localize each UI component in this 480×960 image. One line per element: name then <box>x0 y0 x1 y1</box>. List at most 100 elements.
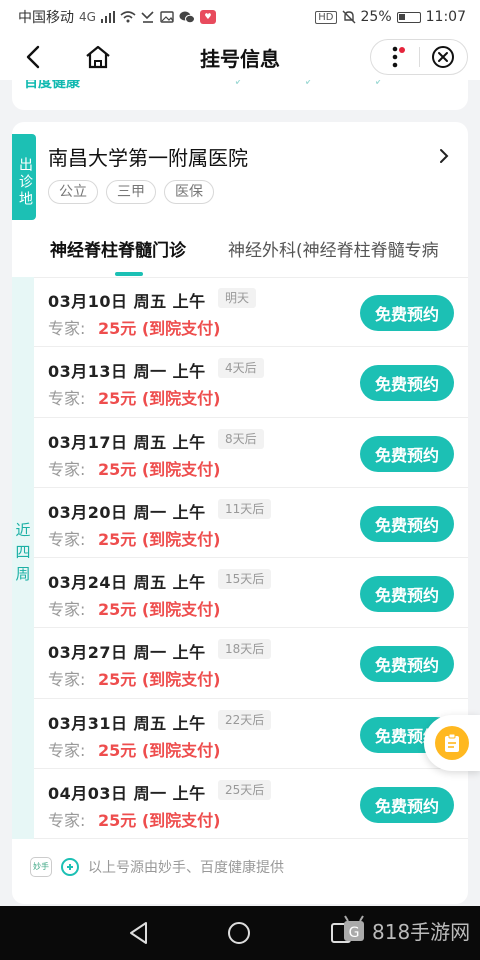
check-icon: ✓ <box>304 80 315 88</box>
slot-fee-label: 专家: <box>48 459 86 479</box>
slot-fee: 25元 (到院支付) <box>98 389 221 409</box>
slot-date: 03月31日 周五 上午 <box>48 713 206 733</box>
book-button[interactable]: 免费预约 <box>360 505 454 542</box>
signal-icon <box>100 11 115 23</box>
slot-relative-badge: 22天后 <box>218 709 272 730</box>
slot-fee: 25元 (到院支付) <box>98 319 221 338</box>
check-icon: ✓ <box>234 80 245 88</box>
navigation-bar: 挂号信息 <box>0 34 480 80</box>
feature-marks: ✓ ✓ ✓ <box>234 80 384 88</box>
close-button[interactable] <box>419 40 467 74</box>
slot-fee: 25元 (到院支付) <box>98 740 221 760</box>
slot-fee-label: 专家: <box>48 319 86 338</box>
chevron-right-icon <box>440 149 449 163</box>
app-notification-icon: ♥ <box>199 10 216 24</box>
clipboard-icon <box>435 726 469 760</box>
watermark-robot-icon: G <box>344 915 364 941</box>
source-footer: 妙手 以上号源由妙手、百度健康提供 <box>30 852 284 882</box>
department-tabs: 神经脊柱脊髓门诊 神经外科(神经脊柱脊髓专病 <box>12 222 468 278</box>
slot-relative-badge: 4天后 <box>218 358 264 379</box>
battery-icon <box>396 11 421 23</box>
notification-dot <box>399 47 405 53</box>
tag-public: 公立 <box>48 180 98 204</box>
status-right: HD 25% 11:07 <box>315 9 466 25</box>
system-home-icon[interactable] <box>226 920 252 946</box>
network-type: 4G <box>79 10 96 24</box>
slot-row: 03月13日 周一 上午 4天后 专家: 25元 (到院支付) 免费预约 <box>34 347 468 418</box>
hospital-card: 出诊地 南昌大学第一附属医院 公立 三甲 医保 神经脊柱脊髓门诊 神经外科(神经… <box>12 122 468 904</box>
book-button[interactable]: 免费预约 <box>360 435 454 472</box>
slot-date: 03月17日 周五 上午 <box>48 432 206 452</box>
slot-row: 03月24日 周五 上午 15天后 专家: 25元 (到院支付) 免费预约 <box>34 558 468 629</box>
book-button[interactable]: 免费预约 <box>360 786 454 823</box>
check-icon: ✓ <box>374 80 385 88</box>
book-button[interactable]: 免费预约 <box>360 646 454 683</box>
slot-fee-label: 专家: <box>48 389 86 409</box>
slot-row: 03月20日 周一 上午 11天后 专家: 25元 (到院支付) 免费预约 <box>34 488 468 558</box>
hd-icon: HD <box>315 10 337 24</box>
back-arrow-icon <box>26 45 40 69</box>
mute-icon <box>342 10 356 24</box>
wechat-icon <box>179 11 195 23</box>
slot-fee: 25元 (到院支付) <box>98 600 221 619</box>
book-button[interactable]: 免费预约 <box>360 576 454 612</box>
hospital-detail-button[interactable] <box>432 142 456 170</box>
system-back-icon[interactable] <box>126 920 152 946</box>
slot-date: 03月24日 周五 上午 <box>48 573 206 592</box>
slot-fee: 25元 (到院支付) <box>98 529 221 549</box>
home-button[interactable] <box>80 40 116 74</box>
slot-relative-badge: 18天后 <box>218 639 272 660</box>
slot-relative-badge: 25天后 <box>218 779 272 800</box>
slot-relative-badge: 11天后 <box>218 498 272 519</box>
site-watermark: G 818手游网 <box>340 900 470 960</box>
slot-row: 04月03日 周一 上午 25天后 专家: 25元 (到院支付) 免费预约 <box>34 769 468 839</box>
slot-row: 03月10日 周五 上午 明天 专家: 25元 (到院支付) 免费预约 <box>34 277 468 348</box>
book-button[interactable]: 免费预约 <box>360 295 454 331</box>
back-button[interactable] <box>16 40 50 74</box>
slot-fee: 25元 (到院支付) <box>98 810 221 830</box>
tab-spine-clinic[interactable]: 神经脊柱脊髓门诊 <box>50 236 186 261</box>
more-button[interactable] <box>371 40 419 74</box>
watermark-text: 818手游网 <box>372 919 471 944</box>
slot-relative-badge: 15天后 <box>218 569 272 589</box>
slot-date: 04月03日 周一 上午 <box>48 783 206 803</box>
book-button[interactable]: 免费预约 <box>360 365 454 402</box>
slot-relative-badge: 8天后 <box>218 428 264 449</box>
status-left: 中国移动 4G ♥ <box>18 7 216 27</box>
mini-program-capsule <box>370 39 468 75</box>
slot-date: 03月13日 周一 上午 <box>48 362 206 382</box>
svg-text:G: G <box>349 925 360 941</box>
slot-date: 03月27日 周一 上午 <box>48 643 206 663</box>
home-icon <box>86 45 110 69</box>
floating-orders-button[interactable] <box>424 715 480 771</box>
slot-relative-badge: 明天 <box>218 288 257 308</box>
baidu-health-logo: 百度健康 <box>24 80 80 91</box>
carrier-label: 中国移动 <box>18 10 74 26</box>
miaoshou-logo: 妙手 <box>30 857 52 877</box>
baidu-health-icon <box>60 857 80 877</box>
tag-grade: 三甲 <box>106 180 156 204</box>
week-label: 近四周 <box>15 521 31 583</box>
slot-fee-label: 专家: <box>48 740 86 760</box>
clock: 11:07 <box>425 9 466 25</box>
hospital-name[interactable]: 南昌大学第一附属医院 <box>48 142 248 171</box>
source-text: 以上号源由妙手、百度健康提供 <box>88 860 284 876</box>
clinic-site-badge: 出诊地 <box>12 134 36 220</box>
slot-date: 03月20日 周一 上午 <box>48 502 206 522</box>
slot-row: 03月27日 周一 上午 18天后 专家: 25元 (到院支付) 免费预约 <box>34 628 468 699</box>
slot-row: 03月17日 周五 上午 8天后 专家: 25元 (到院支付) 免费预约 <box>34 418 468 488</box>
hospital-tags: 公立 三甲 医保 <box>48 180 214 204</box>
slot-fee-label: 专家: <box>48 529 86 549</box>
slot-fee: 25元 (到院支付) <box>98 670 221 690</box>
slot-row: 03月31日 周五 上午 22天后 专家: 25元 (到院支付) 免费预约 <box>34 699 468 769</box>
slot-fee-label: 专家: <box>48 810 86 830</box>
battery-percent: 25% <box>360 9 392 25</box>
active-tab-indicator <box>115 272 143 276</box>
slot-date: 03月10日 周五 上午 <box>48 292 206 311</box>
tag-insurance: 医保 <box>164 180 214 204</box>
wifi-icon <box>120 11 136 23</box>
tab-neurosurgery[interactable]: 神经外科(神经脊柱脊髓专病 <box>228 236 439 261</box>
baidu-health-card: 百度健康 ✓ ✓ ✓ <box>12 80 468 110</box>
slot-fee-label: 专家: <box>48 600 86 619</box>
status-bar: 中国移动 4G ♥ HD 25% 11:07 <box>0 0 480 34</box>
